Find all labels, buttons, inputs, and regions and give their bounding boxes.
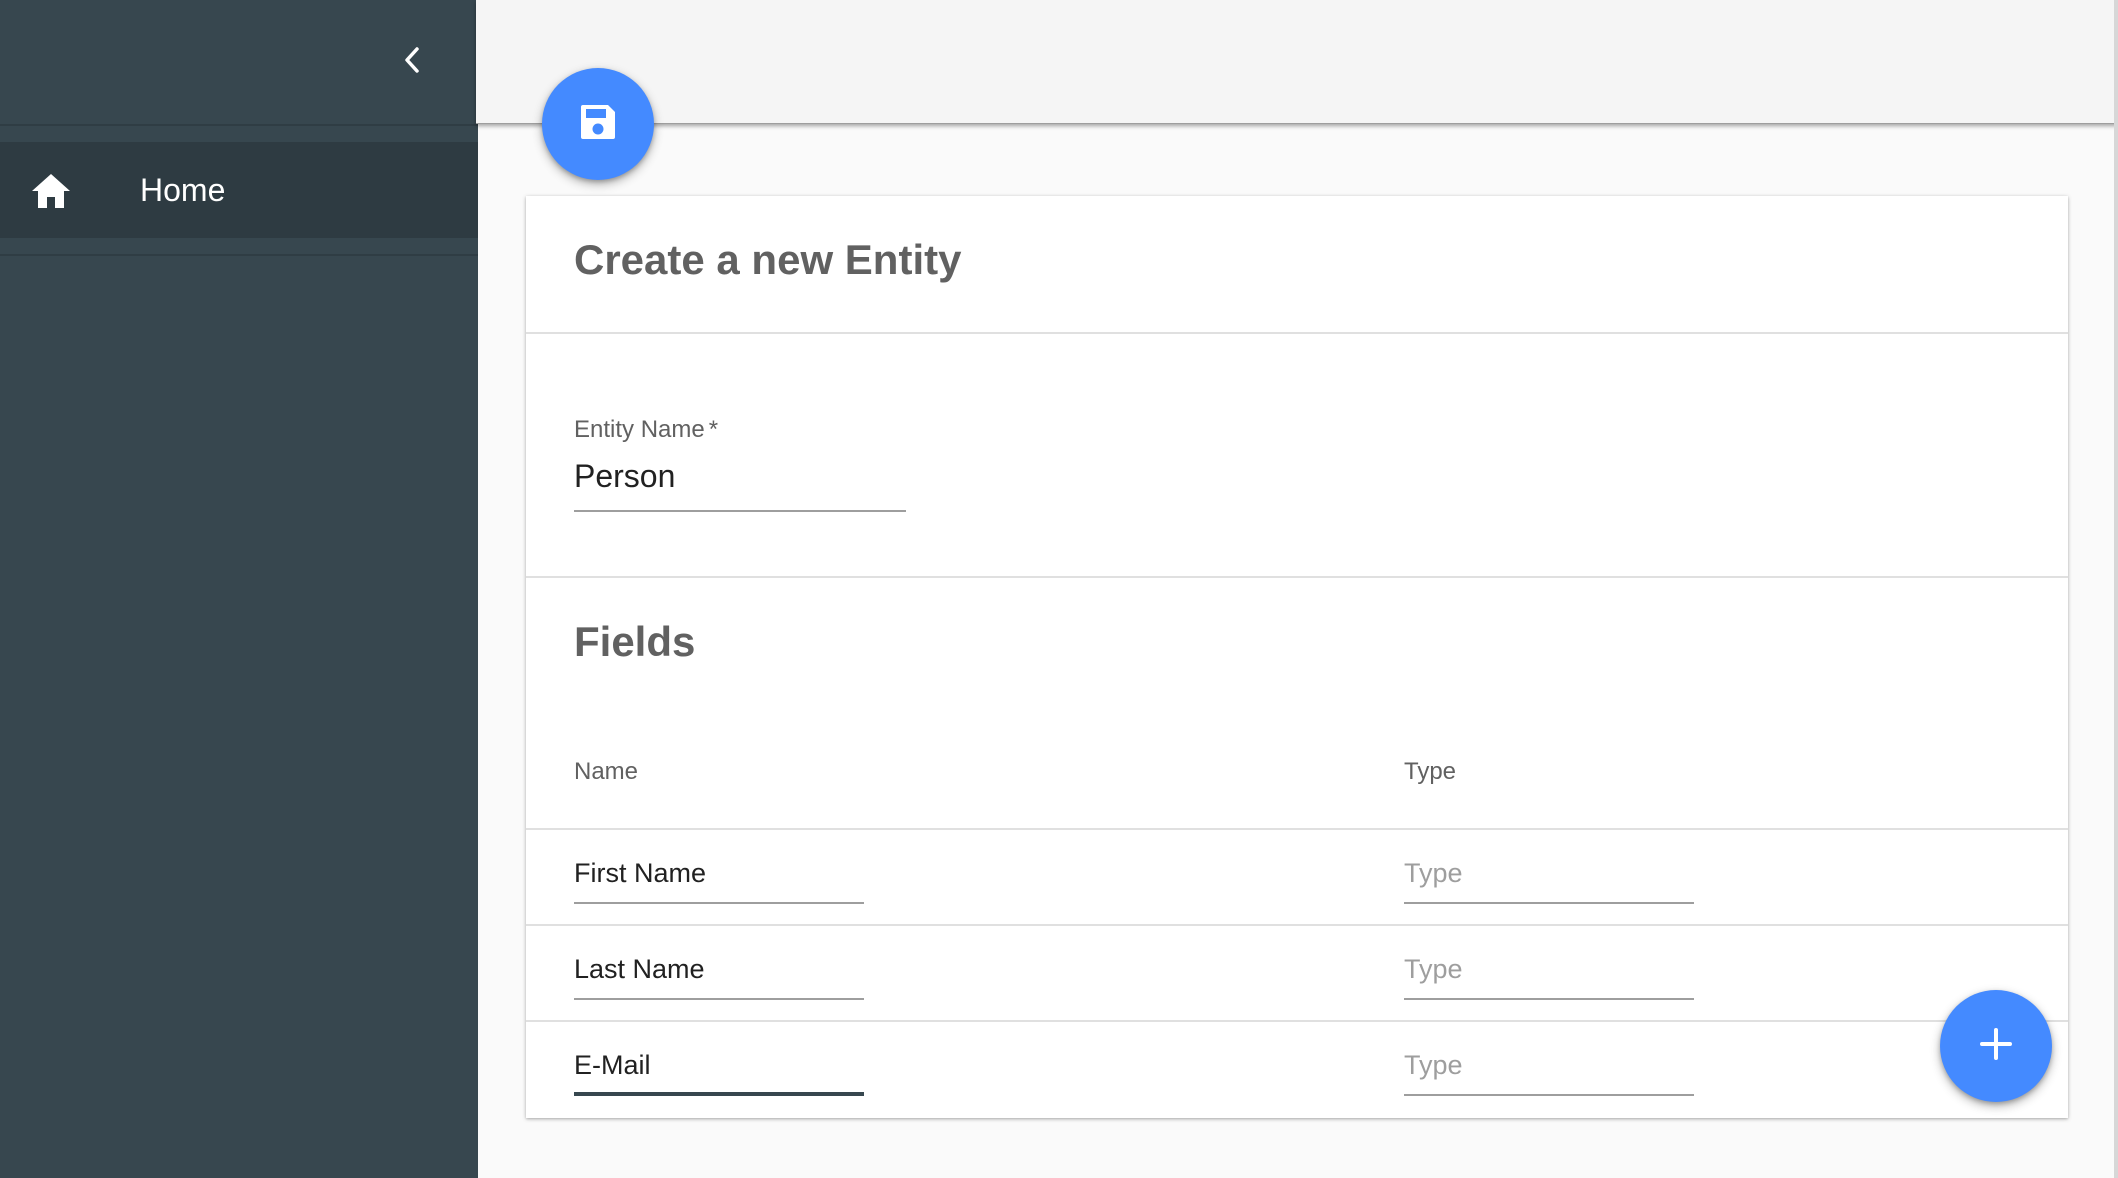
required-mark: * [708,416,719,443]
entity-name-input[interactable]: Person [574,458,675,495]
sidebar-divider [0,254,478,256]
save-button[interactable] [542,68,654,180]
divider [526,576,2068,578]
field-type-underline [1404,998,1694,1000]
add-field-button[interactable] [1940,990,2052,1102]
field-type-underline [1404,902,1694,904]
column-header-name: Name [574,758,639,785]
entity-name-underline [574,510,906,512]
field-name-underline-focused [574,1092,864,1096]
field-type-select[interactable]: Type [1404,858,1463,889]
field-name-input[interactable]: E-Mail [574,1050,651,1081]
fields-section-title: Fields [574,618,696,665]
field-type-underline [1404,1094,1694,1096]
sidebar-divider [0,124,478,126]
entity-name-label-text: Entity Name [574,416,705,443]
entity-name-label: Entity Name * [574,416,718,444]
sidebar: Home [0,0,478,1178]
page-title: Create a new Entity [574,236,962,283]
field-type-select[interactable]: Type [1404,1050,1463,1081]
divider [526,332,2068,334]
row-divider [526,924,2068,926]
field-name-input[interactable]: First Name [574,858,706,889]
plus-icon [1979,1027,2013,1066]
entity-form-card: Create a new Entity Entity Name * Person … [526,196,2068,1118]
sidebar-header [0,0,478,124]
field-name-underline [574,902,864,904]
home-icon [30,172,72,210]
sidebar-item-label: Home [140,172,226,208]
field-name-input[interactable]: Last Name [574,954,705,985]
field-name-underline [574,998,864,1000]
column-header-type: Type [1404,758,1457,785]
chevron-left-icon[interactable] [392,40,432,80]
row-divider [526,1020,2068,1022]
top-app-bar [476,0,2118,124]
sidebar-item-home[interactable]: Home [0,142,478,238]
table-header-divider [526,828,2068,830]
field-type-select[interactable]: Type [1404,954,1463,985]
scroll-edge [2114,0,2118,1178]
save-icon [578,102,618,147]
